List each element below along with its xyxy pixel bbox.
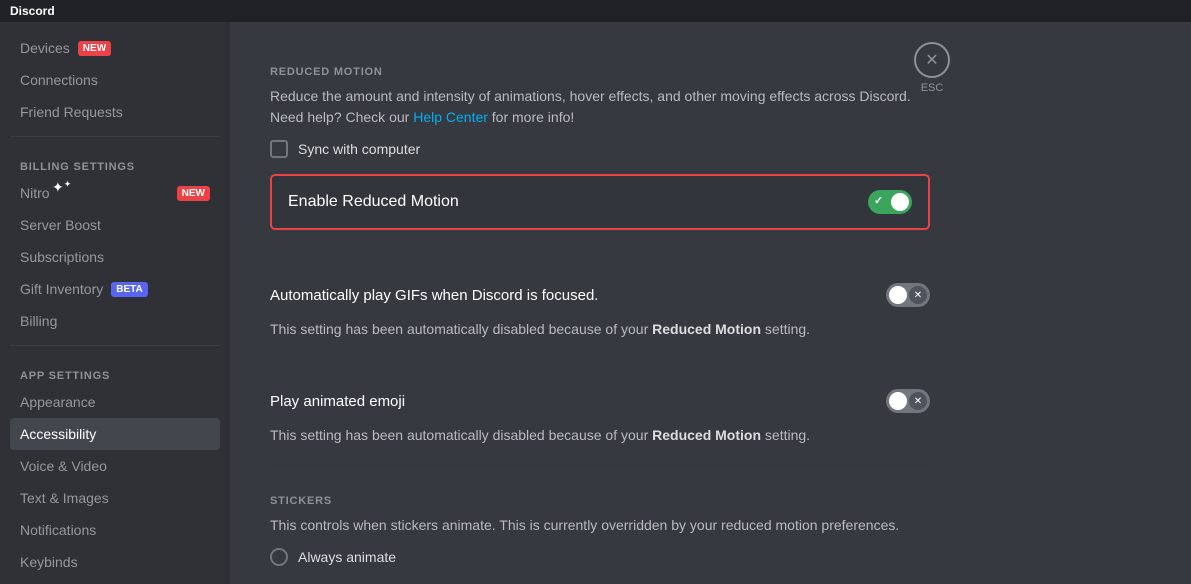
content-inner: ✕ ESC REDUCED MOTION Reduce the amount a… [230, 22, 970, 584]
sidebar-item-keybinds[interactable]: Keybinds [10, 546, 220, 578]
sidebar-item-label: Gift Inventory [20, 281, 103, 297]
sidebar: Devices NEW Connections Friend Requests … [0, 22, 230, 584]
auto-play-gifs-section: Automatically play GIFs when Discord is … [270, 283, 930, 365]
sidebar-item-gift-inventory[interactable]: Gift Inventory BETA [10, 273, 220, 305]
main-layout: Devices NEW Connections Friend Requests … [0, 22, 1191, 584]
stickers-title: STICKERS [270, 495, 930, 507]
sidebar-item-label: Keybinds [20, 554, 78, 570]
sidebar-item-notifications[interactable]: Notifications [10, 514, 220, 546]
toggle-knob-emoji [889, 392, 907, 410]
sync-row: Sync with computer [270, 140, 930, 158]
auto-play-gifs-row: Automatically play GIFs when Discord is … [270, 283, 930, 313]
sidebar-item-voice-video[interactable]: Voice & Video [10, 450, 220, 482]
stickers-description: This controls when stickers animate. Thi… [270, 515, 930, 536]
nitro-stars-icon: ✦✦ [52, 179, 71, 196]
reduced-motion-section: REDUCED MOTION Reduce the amount and int… [270, 66, 930, 259]
enable-reduced-motion-toggle[interactable] [868, 190, 912, 214]
help-center-link[interactable]: Help Center [413, 109, 488, 125]
billing-settings-label: BILLING SETTINGS [10, 145, 230, 177]
sync-label: Sync with computer [298, 141, 420, 157]
sidebar-item-label: Billing [20, 313, 57, 329]
esc-label: ESC [921, 82, 944, 94]
stickers-section: STICKERS This controls when stickers ani… [270, 495, 930, 584]
toggle-off-x-icon-emoji [909, 392, 927, 410]
title-bar: Discord [0, 0, 1191, 22]
sidebar-item-label: Text & Images [20, 490, 109, 506]
sidebar-item-label: Devices [20, 40, 70, 56]
sidebar-item-label: Connections [20, 72, 98, 88]
always-animate-radio[interactable] [270, 548, 288, 566]
sidebar-item-label: Accessibility [20, 426, 96, 442]
reduced-motion-description: Reduce the amount and intensity of anima… [270, 86, 930, 128]
always-animate-label: Always animate [298, 549, 396, 565]
toggle-knob [891, 193, 909, 211]
sidebar-item-label: Notifications [20, 522, 96, 538]
devices-new-badge: NEW [78, 41, 111, 56]
nitro-new-badge: NEW [177, 186, 210, 201]
sidebar-item-connections[interactable]: Connections [10, 64, 220, 96]
sync-checkbox[interactable] [270, 140, 288, 158]
sidebar-item-server-boost[interactable]: Server Boost [10, 209, 220, 241]
esc-button[interactable]: ✕ ESC [914, 42, 950, 94]
sidebar-item-label: Appearance [20, 394, 96, 410]
enable-reduced-motion-label: Enable Reduced Motion [288, 193, 459, 211]
sidebar-item-subscriptions[interactable]: Subscriptions [10, 241, 220, 273]
content-area: ✕ ESC REDUCED MOTION Reduce the amount a… [230, 22, 1191, 584]
esc-circle-icon: ✕ [914, 42, 950, 78]
animated-emoji-row: Play animated emoji [270, 389, 930, 419]
sidebar-item-appearance[interactable]: Appearance [10, 386, 220, 418]
toggle-off-x-icon [909, 286, 927, 304]
sidebar-divider-1 [10, 136, 220, 137]
sidebar-item-text-images[interactable]: Text & Images [10, 482, 220, 514]
app-title: Discord [10, 4, 55, 18]
auto-play-gifs-label: Automatically play GIFs when Discord is … [270, 287, 598, 304]
auto-play-gifs-toggle[interactable] [886, 283, 930, 307]
animated-emoji-sub-desc: This setting has been automatically disa… [270, 425, 930, 446]
sidebar-item-billing[interactable]: Billing [10, 305, 220, 337]
reduced-motion-title: REDUCED MOTION [270, 66, 930, 78]
animated-emoji-toggle[interactable] [886, 389, 930, 413]
sidebar-item-label: Subscriptions [20, 249, 104, 265]
sidebar-item-label: Voice & Video [20, 458, 107, 474]
sidebar-item-accessibility[interactable]: Accessibility [10, 418, 220, 450]
sidebar-item-nitro[interactable]: Nitro NEW ✦✦ [10, 177, 220, 209]
gift-inventory-beta-badge: BETA [111, 282, 147, 297]
animated-emoji-section: Play animated emoji This setting has bee… [270, 389, 930, 471]
auto-play-gifs-sub-desc: This setting has been automatically disa… [270, 319, 930, 340]
enable-reduced-motion-row: Enable Reduced Motion [270, 174, 930, 230]
sidebar-item-label: Friend Requests [20, 104, 123, 120]
app-settings-label: APP SETTINGS [10, 354, 230, 386]
animated-emoji-label: Play animated emoji [270, 393, 405, 410]
sidebar-divider-2 [10, 345, 220, 346]
sidebar-item-label: Server Boost [20, 217, 101, 233]
sidebar-item-devices[interactable]: Devices NEW [10, 32, 220, 64]
sidebar-item-friend-requests[interactable]: Friend Requests [10, 96, 220, 128]
toggle-knob-gifs [889, 286, 907, 304]
sidebar-item-label: Nitro [20, 185, 50, 201]
always-animate-row: Always animate [270, 548, 930, 566]
